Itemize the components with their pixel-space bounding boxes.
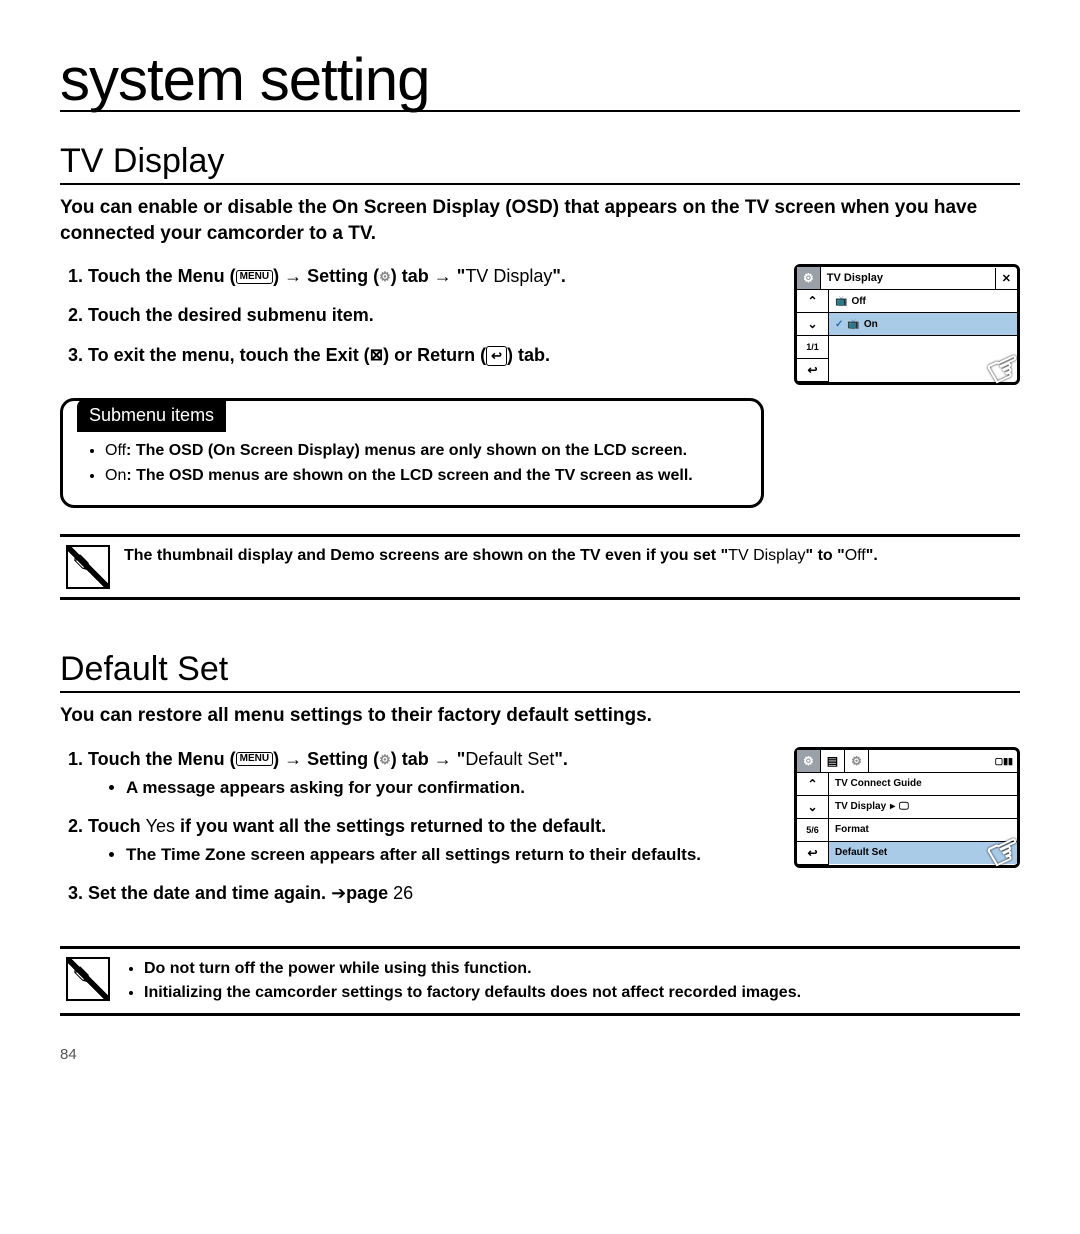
- tv-display-steps: Touch the Menu (MENU) → Setting () tab →…: [60, 264, 764, 368]
- step-2-sub: The Time Zone screen appears after all s…: [126, 843, 764, 867]
- check-icon: [835, 319, 843, 330]
- arrow-icon: →: [434, 749, 452, 769]
- ui-down: [797, 313, 829, 336]
- arrow-icon: →: [284, 749, 302, 769]
- arrow-icon: →: [434, 266, 452, 286]
- ui-tab-gear: [797, 750, 821, 772]
- menu-icon: MENU: [236, 752, 273, 766]
- ui-row-tvdisplay: TV Display: [829, 796, 1017, 819]
- tv-display-note: The thumbnail display and Demo screens a…: [60, 534, 1020, 600]
- default-set-note: Do not turn off the power while using th…: [60, 946, 1020, 1016]
- ui-tab-gear2: [845, 750, 869, 772]
- gear-icon: [379, 749, 391, 769]
- arrow-xref-icon: ➔: [331, 883, 346, 903]
- tv-icon: [899, 801, 909, 812]
- step-1: Touch the Menu (MENU) → Setting () tab →…: [88, 747, 764, 800]
- ui-tab-gear: [797, 267, 821, 289]
- ui-page: 5/6: [797, 819, 829, 842]
- default-set-screenshot: 5/6 TV Connect Guide TV Display Format D…: [794, 747, 1020, 868]
- note-2: Initializing the camcorder settings to f…: [144, 981, 801, 1005]
- ui-title: TV Display: [821, 268, 995, 288]
- gear-icon: [379, 266, 391, 286]
- ui-down: [797, 796, 829, 819]
- tv-display-screenshot: TV Display 1/1 Off On: [794, 264, 1020, 385]
- page-number: 84: [60, 1046, 1020, 1063]
- return-icon: [486, 346, 507, 366]
- exit-icon: [370, 345, 383, 365]
- chapter-title: system setting: [60, 50, 1020, 112]
- menu-icon: MENU: [236, 270, 273, 284]
- section-tv-display: TV Display: [60, 142, 1020, 185]
- note-1: Do not turn off the power while using th…: [144, 957, 801, 981]
- step-3: Set the date and time again. ➔page 26: [88, 881, 764, 906]
- step-1: Touch the Menu (MENU) → Setting () tab →…: [88, 264, 764, 289]
- submenu-items-box: Submenu items Off: The OSD (On Screen Di…: [60, 398, 764, 508]
- step-2: Touch Yes if you want all the settings r…: [88, 814, 764, 867]
- note-icon: [66, 957, 110, 1001]
- arrow-icon: →: [284, 266, 302, 286]
- ui-exit: [995, 268, 1017, 289]
- section-default-set: Default Set: [60, 650, 1020, 693]
- default-set-intro: You can restore all menu settings to the…: [60, 703, 1020, 729]
- tv-icon: [847, 319, 859, 330]
- step-1-sub: A message appears asking for your confir…: [126, 776, 764, 800]
- step-3: To exit the menu, touch the Exit () or R…: [88, 343, 764, 368]
- ui-up: [797, 290, 829, 313]
- step-2: Touch the desired submenu item.: [88, 303, 764, 328]
- ui-up: [797, 773, 829, 796]
- battery-icon: [991, 755, 1017, 767]
- ui-row-tvconnect: TV Connect Guide: [829, 773, 1017, 796]
- submenu-off: Off: The OSD (On Screen Display) menus a…: [105, 440, 737, 462]
- ui-return: [797, 842, 829, 865]
- default-set-steps: Touch the Menu (MENU) → Setting () tab →…: [60, 747, 764, 906]
- tv-icon: [835, 296, 847, 307]
- note-icon: [66, 545, 110, 589]
- ui-return: [797, 359, 829, 382]
- ui-tab-list: [821, 750, 845, 772]
- ui-row-off: Off: [829, 290, 1017, 313]
- ui-page: 1/1: [797, 336, 829, 359]
- chevron-icon: [890, 801, 895, 812]
- ui-row-on: On: [829, 313, 1017, 336]
- submenu-title: Submenu items: [77, 399, 226, 432]
- submenu-on: On: The OSD menus are shown on the LCD s…: [105, 465, 737, 487]
- tv-display-intro: You can enable or disable the On Screen …: [60, 195, 1020, 246]
